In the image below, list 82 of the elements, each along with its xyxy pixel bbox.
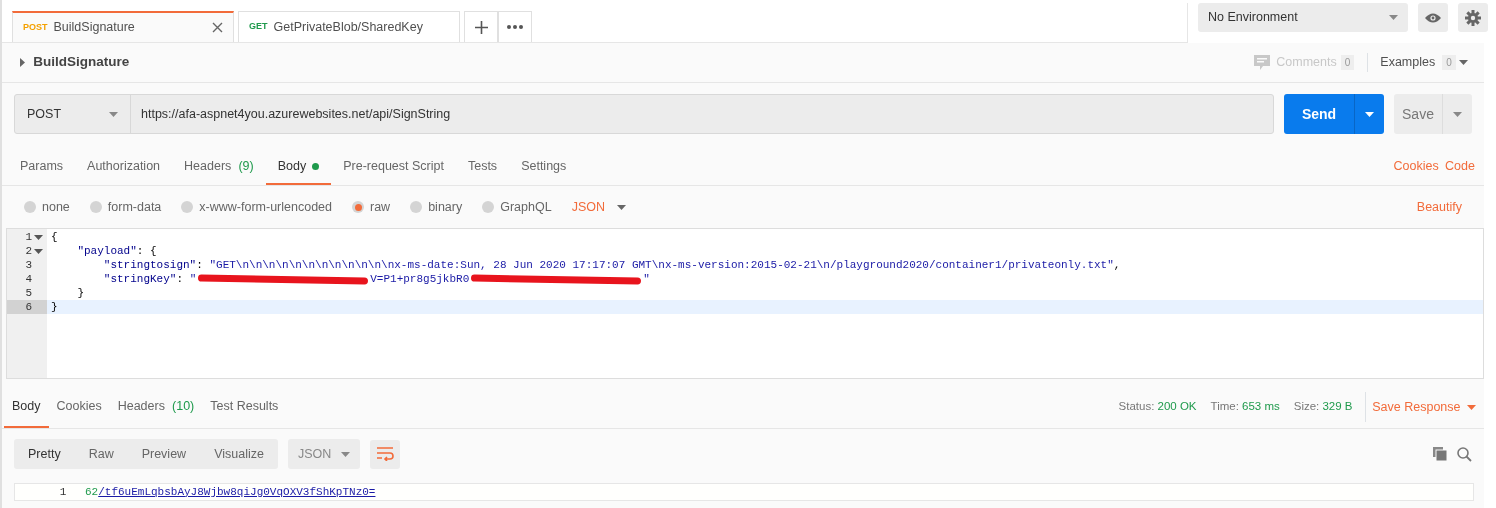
- send-button[interactable]: Send: [1284, 94, 1354, 134]
- line-number: 6: [25, 299, 32, 315]
- more-icon: [507, 25, 523, 29]
- plus-icon: [474, 20, 488, 34]
- response-link[interactable]: /tf6uEmLqbsbAyJ8Wjbw8qiJg0VqOXV3fShKpTNz0=: [98, 483, 376, 501]
- view-mode-tab[interactable]: Pretty: [14, 439, 75, 469]
- response-text: 62: [85, 484, 99, 500]
- section-tab[interactable]: Pre-request Script: [331, 149, 456, 185]
- tab-title: GetPrivateBlob/SharedKey: [273, 18, 424, 36]
- request-title: BuildSignature: [33, 53, 130, 72]
- line-number: 4: [25, 271, 32, 287]
- stat-value: 200 OK: [1157, 399, 1197, 415]
- caret-icon: [1453, 111, 1462, 117]
- line-number: 1: [25, 229, 32, 245]
- code-line: {: [50, 230, 59, 244]
- stat-label: Time:: [1210, 399, 1239, 415]
- new-tab-button[interactable]: [464, 11, 498, 42]
- link[interactable]: Cookies: [1390, 147, 1442, 185]
- tab-title: BuildSignature: [53, 19, 136, 37]
- link[interactable]: Code: [1441, 147, 1478, 185]
- code-line: "payload": {: [76, 244, 158, 258]
- line-number: 3: [25, 257, 32, 273]
- caret-icon: [1389, 15, 1398, 20]
- more-button[interactable]: [498, 11, 532, 42]
- request-tab[interactable]: POST BuildSignature: [12, 11, 234, 42]
- code-line: }: [76, 286, 85, 300]
- save-response-button[interactable]: Save Response: [1372, 397, 1461, 417]
- section-tab[interactable]: Authorization: [75, 149, 173, 185]
- environment-dropdown[interactable]: No Environment: [1198, 3, 1408, 32]
- radio-option[interactable]: none: [24, 197, 70, 217]
- view-mode-tab[interactable]: Visualize: [200, 439, 278, 469]
- section-tab[interactable]: Settings: [509, 149, 579, 185]
- response-tab[interactable]: Test Results: [202, 386, 287, 428]
- section-tab[interactable]: Tests: [455, 149, 510, 185]
- stat-value: 329 B: [1322, 399, 1353, 415]
- wrap-icon: [375, 447, 394, 461]
- send-menu-button[interactable]: [1354, 94, 1384, 134]
- method-label: POST: [23, 20, 48, 34]
- example-count: 0: [1442, 55, 1456, 70]
- beautify-link[interactable]: Beautify: [1416, 197, 1462, 217]
- section-tab[interactable]: Params: [8, 149, 76, 185]
- search-icon[interactable]: [1457, 446, 1472, 462]
- line-number: 2: [25, 243, 32, 259]
- settings-icon: [1465, 9, 1481, 26]
- line-number: 5: [25, 285, 32, 301]
- expand-icon: [20, 58, 25, 67]
- line-number: 1: [58, 484, 68, 500]
- radio-option[interactable]: binary: [410, 197, 463, 217]
- comment-icon: [1254, 54, 1271, 71]
- close-icon[interactable]: [212, 22, 223, 33]
- section-tab[interactable]: Headers (9): [172, 149, 266, 185]
- caret-icon: [617, 204, 627, 210]
- view-mode-tab[interactable]: Raw: [74, 439, 128, 469]
- radio-option[interactable]: GraphQL: [482, 197, 552, 217]
- stat-value: 653 ms: [1242, 399, 1280, 415]
- eye-icon: [1425, 12, 1441, 23]
- view-mode-tab[interactable]: Preview: [127, 439, 201, 469]
- response-tab[interactable]: Headers (10): [109, 386, 203, 428]
- code-line: "stringtosign": "GET\n\n\n\n\n\n\n\n\n\n\n\nx-ms-date:Sun, 28 Jun 2020 17:17:07 GMT\nx-ms-version:2015-02-21\n/playground2020/container1/privateonly.txt",: [102, 258, 1122, 272]
- save-button[interactable]: Save: [1394, 94, 1442, 134]
- section-tab[interactable]: Body: [265, 149, 332, 185]
- caret-icon: [1365, 111, 1374, 117]
- radio-option[interactable]: x-www-form-urlencoded: [181, 197, 332, 217]
- caret-icon: [1466, 404, 1476, 410]
- examples-link[interactable]: Examples: [1380, 53, 1436, 72]
- caret-icon: [1459, 60, 1468, 65]
- caret-icon: [340, 451, 350, 457]
- comment-count: 0: [1340, 55, 1355, 70]
- response-tab[interactable]: Cookies: [48, 386, 110, 428]
- eye-button[interactable]: [1418, 3, 1448, 32]
- radio-option[interactable]: raw: [352, 197, 391, 217]
- copy-icon[interactable]: [1433, 447, 1447, 461]
- method-label: GET: [249, 20, 268, 34]
- radio-option[interactable]: form-data: [89, 197, 162, 217]
- format-dropdown[interactable]: JSON: [571, 197, 627, 217]
- settings-button[interactable]: [1458, 3, 1488, 32]
- response-tab[interactable]: Body: [4, 386, 49, 428]
- code-line: "stringKey": " V=P1+pr8g5jkbR0 ": [102, 272, 651, 286]
- stat-label: Size:: [1293, 399, 1320, 415]
- response-format-dropdown[interactable]: JSON: [287, 439, 360, 469]
- request-tab[interactable]: GET GetPrivateBlob/SharedKey: [238, 11, 460, 42]
- stat-label: Status:: [1118, 399, 1155, 415]
